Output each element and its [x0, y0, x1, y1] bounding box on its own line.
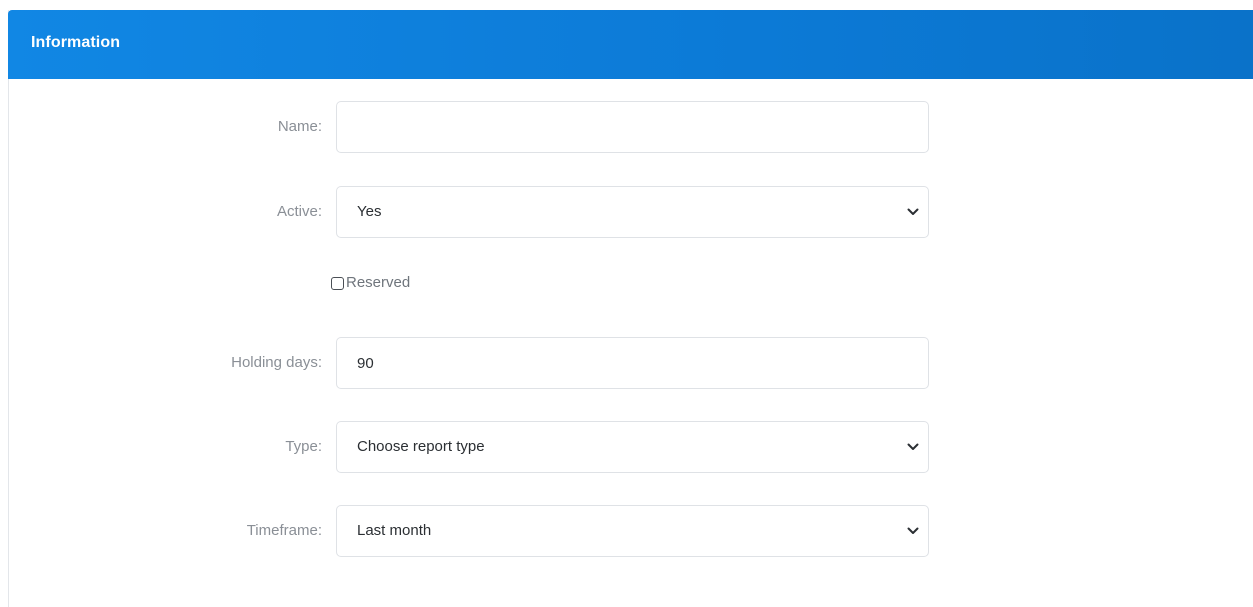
type-row: Type: Choose report type	[9, 421, 1253, 473]
type-select[interactable]: Choose report type	[336, 421, 929, 473]
type-selected-value: Choose report type	[357, 438, 485, 455]
timeframe-row: Timeframe: Last month	[9, 505, 1253, 557]
holding-days-label: Holding days:	[231, 354, 322, 371]
name-input[interactable]	[336, 101, 929, 153]
timeframe-label: Timeframe:	[246, 522, 322, 539]
active-row: Active: Yes	[9, 186, 1253, 238]
chevron-down-icon	[907, 527, 919, 534]
reserved-checkbox-row: Reserved	[331, 271, 410, 295]
panel-title: Information	[31, 34, 121, 51]
panel-header: Information	[8, 10, 1253, 79]
active-selected-value: Yes	[357, 203, 382, 220]
name-label: Name:	[277, 118, 322, 135]
holding-days-input[interactable]	[336, 337, 929, 389]
holding-days-row: Holding days:	[9, 337, 1253, 389]
reserved-label: Reserved	[346, 274, 411, 291]
chevron-down-icon	[907, 208, 919, 215]
timeframe-selected-value: Last month	[357, 522, 432, 539]
timeframe-select[interactable]: Last month	[336, 505, 929, 557]
information-panel: Information Name: Active: Yes Reserved H…	[8, 10, 1253, 607]
type-label: Type:	[285, 438, 322, 455]
active-label: Active:	[276, 203, 322, 220]
chevron-down-icon	[907, 443, 919, 450]
active-select[interactable]: Yes	[336, 186, 929, 238]
reserved-checkbox[interactable]	[331, 276, 344, 290]
name-row: Name:	[9, 101, 1253, 153]
